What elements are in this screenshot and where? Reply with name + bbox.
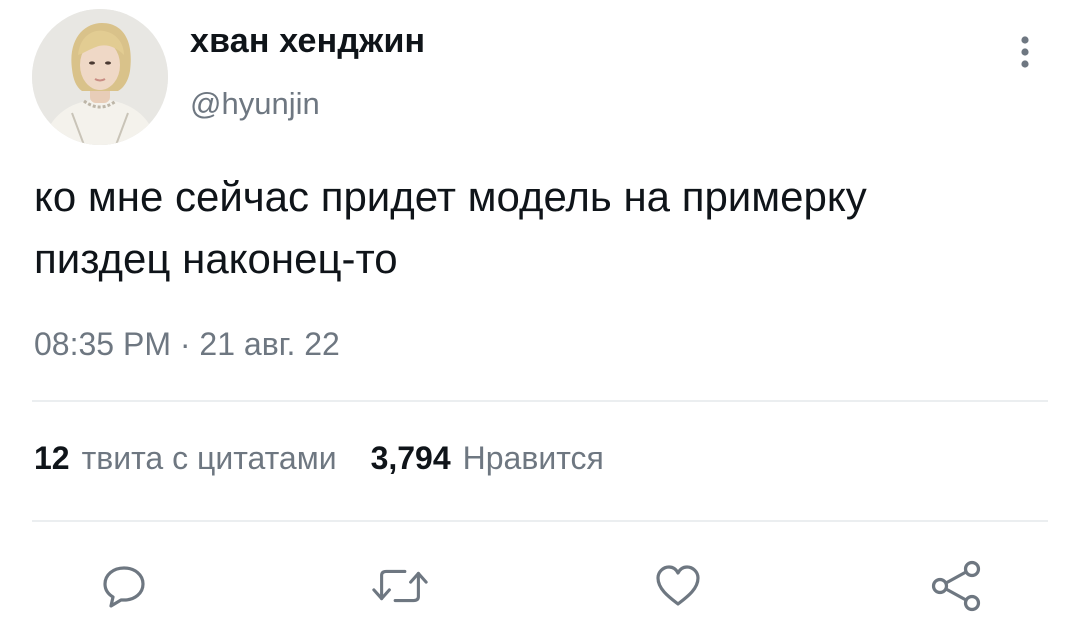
- divider: [32, 400, 1048, 402]
- avatar-image: [32, 9, 168, 145]
- quotes-label: твита с цитатами: [81, 440, 337, 476]
- quotes-count: 12: [34, 440, 70, 476]
- retweet-button[interactable]: [370, 556, 430, 616]
- retweet-icon: [372, 569, 428, 603]
- quotes-stat[interactable]: 12 твита с цитатами: [34, 440, 337, 477]
- share-button[interactable]: [926, 556, 986, 616]
- avatar[interactable]: [32, 9, 168, 145]
- likes-count: 3,794: [370, 440, 451, 476]
- likes-label: Нравится: [462, 440, 604, 476]
- vertical-dots-icon: [1021, 36, 1029, 68]
- more-options-button[interactable]: [1005, 30, 1045, 74]
- share-icon: [931, 560, 981, 612]
- tweet-timestamp[interactable]: 08:35 PM · 21 авг. 22: [34, 326, 340, 363]
- divider: [32, 520, 1048, 522]
- user-handle[interactable]: @hyunjin: [190, 86, 320, 122]
- like-button[interactable]: [648, 556, 708, 616]
- heart-icon: [656, 565, 700, 606]
- reply-button[interactable]: [94, 556, 154, 616]
- tweet-stats: 12 твита с цитатами 3,794 Нравится: [34, 440, 604, 477]
- display-name[interactable]: хван хенджин: [190, 22, 425, 61]
- speech-bubble-icon: [103, 566, 145, 608]
- likes-stat[interactable]: 3,794 Нравится: [371, 440, 604, 477]
- tweet-text: ко мне сейчас придет модель на примерку …: [34, 173, 867, 282]
